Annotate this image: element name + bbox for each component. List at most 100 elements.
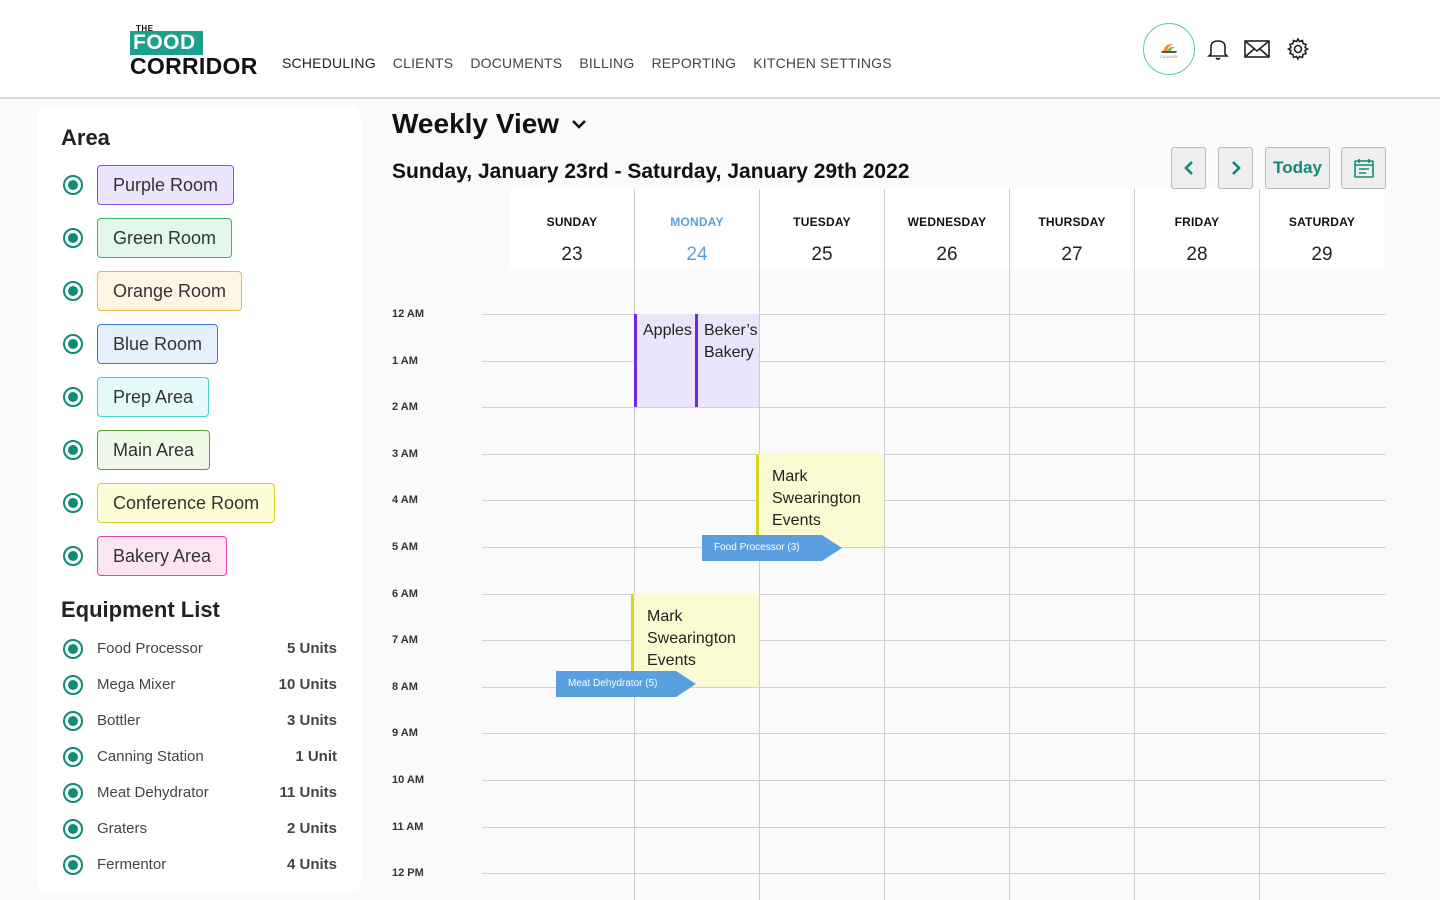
room-radio[interactable] [63,228,83,248]
equipment-tag[interactable]: Meat Dehydrator (5) [556,671,696,697]
day-column[interactable] [510,189,635,900]
hour-gridline [482,314,1386,315]
equipment-name: Bottler [97,712,141,729]
day-name: FRIDAY [1174,215,1220,229]
equipment-tag[interactable]: Food Processor (3) [702,535,842,561]
day-column[interactable] [1134,189,1259,900]
hour-gridline [482,407,1386,409]
day-header[interactable]: TUESDAY 25 [760,189,884,269]
nav-clients[interactable]: CLIENTS [393,55,454,71]
equipment-units: 5 Units [286,640,337,657]
day-name: THURSDAY [1038,215,1106,229]
view-selector[interactable]: Weekly View [392,108,587,140]
hour-gridline [482,453,1386,455]
date-picker-button[interactable] [1341,147,1386,189]
equipment-name: Mega Mixer [97,676,176,693]
chevron-left-icon [1183,161,1193,175]
hour-gridline [482,780,1386,781]
bell-icon[interactable] [1205,36,1231,62]
logo-corridor: CORRIDOR [130,53,258,79]
chevron-down-icon [572,120,586,129]
hour-gridline [482,826,1386,828]
time-label: 9 AM [392,727,418,740]
day-name: WEDNESDAY [907,215,987,229]
food-corridor-logo[interactable]: THE FOOD CORRIDOR [130,24,260,79]
calendar-event[interactable]: Apples [634,314,695,408]
time-label: 4 AM [392,494,418,507]
calendar-event[interactable]: Mark Swearington Events [756,453,884,547]
room-chip[interactable]: Conference Room [97,483,276,523]
day-header[interactable]: MONDAY 24 [635,189,759,269]
equipment-radio[interactable] [63,747,83,767]
week-calendar: SUNDAY 23 MONDAY 24 TUESDAY 25 WEDNESDAY 26 THUR… [392,189,1386,900]
avatar-label: CULINARY [1160,55,1179,59]
mail-icon[interactable] [1244,36,1270,62]
equipment-radio[interactable] [63,675,83,695]
equipment-radio[interactable] [63,783,83,803]
day-header[interactable]: THURSDAY 27 [1010,189,1134,269]
time-label: 10 AM [392,774,424,786]
prev-week-button[interactable] [1171,147,1206,189]
room-chip[interactable]: Blue Room [97,324,219,364]
day-column[interactable] [1009,189,1134,900]
nav-documents[interactable]: DOCUMENTS [470,55,562,71]
day-column[interactable] [1259,189,1384,900]
equipment-units: 1 Unit [295,748,337,765]
time-label: 12 AM [392,308,424,320]
time-label: 6 AM [392,587,418,600]
day-header[interactable]: SATURDAY 29 [1260,189,1384,269]
equipment-radio[interactable] [63,639,83,659]
time-label: 12 PM [392,867,424,880]
room-chip[interactable]: Main Area [97,430,211,470]
today-button[interactable]: Today [1265,147,1330,189]
equipment-radio[interactable] [63,819,83,839]
day-header[interactable]: SUNDAY 23 [510,189,634,269]
room-chip[interactable]: Purple Room [97,165,235,205]
day-column[interactable] [884,189,1009,900]
gear-icon[interactable] [1285,36,1311,62]
nav-billing[interactable]: BILLING [579,55,634,71]
day-number: 27 [1061,244,1083,265]
avatar[interactable]: CULINARY [1143,23,1195,75]
day-number: 25 [811,244,833,265]
area-title: Area [61,125,110,150]
room-chip[interactable]: Bakery Area [97,536,228,576]
nav-reporting[interactable]: REPORTING [651,55,736,71]
room-chip[interactable]: Green Room [97,218,233,258]
equipment-radio[interactable] [63,711,83,731]
day-number: 26 [936,244,958,265]
room-radio[interactable] [63,387,83,407]
date-range: Sunday, January 23rd - Saturday, January… [392,160,910,183]
hour-gridline [482,500,1386,502]
equipment-name: Canning Station [97,748,204,765]
equipment-name: Meat Dehydrator [97,784,209,801]
equipment-tag-label: Food Processor (3) [714,542,800,553]
room-radio[interactable] [63,546,83,566]
day-number: 23 [561,244,583,265]
day-header[interactable]: WEDNESDAY 26 [885,189,1009,269]
nav-scheduling[interactable]: SCHEDULING [282,55,376,71]
day-number: 29 [1311,244,1333,265]
room-radio[interactable] [63,281,83,301]
chevron-right-icon [1231,161,1241,175]
day-name: TUESDAY [793,215,851,229]
calendar-event[interactable]: Beker’s Bakery [695,314,759,408]
room-radio[interactable] [63,175,83,195]
time-label: 5 AM [392,541,418,553]
day-name: SATURDAY [1288,215,1356,229]
room-chip[interactable]: Prep Area [97,377,210,417]
equipment-name: Food Processor [97,640,203,657]
filter-sidebar: Area Purple Room Green Room Orange Room Blu… [37,107,361,892]
room-radio[interactable] [63,493,83,513]
hour-gridline [482,593,1386,595]
next-week-button[interactable] [1218,147,1253,189]
nav-kitchen-settings[interactable]: KITCHEN SETTINGS [753,55,892,71]
day-header[interactable]: FRIDAY 28 [1135,189,1259,269]
time-label: 8 AM [392,680,418,693]
equipment-radio[interactable] [63,855,83,875]
equipment-name: Fermentor [97,856,167,873]
time-label: 1 AM [392,354,418,367]
room-radio[interactable] [63,334,83,354]
room-chip[interactable]: Orange Room [97,271,243,311]
room-radio[interactable] [63,440,83,460]
